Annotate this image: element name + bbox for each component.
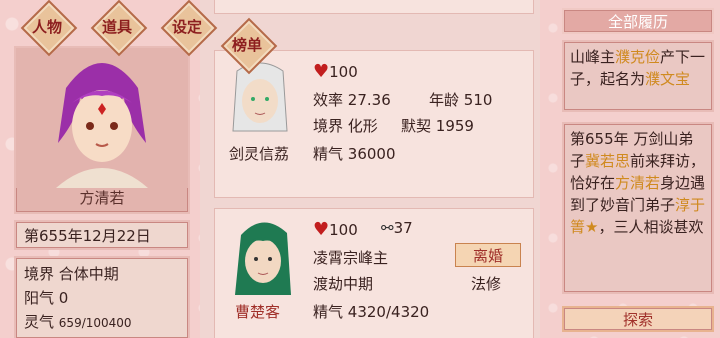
partner-2-name: 曹楚客 [235,303,281,321]
partner-card-partial [214,0,534,14]
partner-2-avatar [235,222,291,295]
player-avatar [16,48,188,188]
player-portrait[interactable]: 方清若 [14,46,190,214]
partner-1-efficiency-label: 效率 [313,91,344,109]
partner-2-bond-value: 37 [393,219,413,237]
partner-1-essence: 精气 36000 [313,143,396,164]
partner-2-path: 法修 [471,275,502,293]
partner-1-name: 剑灵信荔 [229,145,290,163]
player-spirit-value: 659/100400 [58,316,132,330]
history-entry-2-name-2[interactable]: 方清若 [615,174,660,192]
history-entry-2: 第655年 万剑山弟子冀若思前来拜访，恰好在方清若身边遇到了妙音门弟子淳于箐★，… [562,122,714,294]
history-entry-2-text-4: ，三人相谈甚欢 [598,218,704,236]
partner-1-age: 年龄 510 [429,89,492,110]
nav-characters-button[interactable]: 人物 [12,0,82,52]
partner-1-tacit: 默契 1959 [401,115,474,136]
nav-items-button[interactable]: 道具 [82,0,152,52]
player-yang-label: 阳气 [24,289,55,307]
partner-1-efficiency-value: 27.36 [347,91,391,109]
partner-1-age-label: 年龄 [429,91,460,109]
partner-1-affection: ♥100 [313,61,358,82]
history-entry-1: 山峰主濮克俭产下一子，起名为濮文宝 [562,40,714,112]
player-realm-value: 合体中期 [58,265,119,283]
player-realm-row: 境界 合体中期 [24,262,180,286]
player-spirit-row: 灵气 659/100400 [24,310,180,335]
partner-1-realm-value: 化形 [347,117,378,135]
player-realm-label: 境界 [24,265,55,283]
history-header[interactable]: 全部履历 [562,8,714,34]
game-date: 第655年12月22日 [14,220,190,250]
partner-1-tacit-value: 1959 [435,117,474,135]
handcuffs-icon: ⚯ [381,219,394,237]
player-yang-value: 0 [58,289,69,307]
partner-1-tacit-label: 默契 [401,117,432,135]
partner-2-essence-value: 4320/4320 [347,303,430,321]
explore-button[interactable]: 探索 [562,306,714,332]
partner-1-essence-value: 36000 [347,145,396,163]
player-stats: 境界 合体中期 阳气 0 灵气 659/100400 [14,256,190,338]
partner-1-realm: 境界 化形 [313,115,378,136]
heart-icon: ♥ [313,219,330,240]
partner-card-1[interactable]: 剑灵信荔 ♥100 效率 27.36 年龄 510 境界 化形 默契 1959 … [214,50,534,198]
heart-icon: ♥ [313,61,330,82]
nav-characters-label: 人物 [31,17,62,36]
partner-2-affection-value: 100 [329,221,358,239]
partner-2-affection: ♥100 [313,219,358,240]
partner-2-title: 凌霄宗峰主 [313,249,389,267]
history-entry-1-text-1: 山峰主 [570,48,616,66]
partner-1-essence-label: 精气 [313,145,344,163]
partner-1-realm-label: 境界 [313,117,344,135]
partner-1-efficiency: 效率 27.36 [313,89,391,110]
partner-1-avatar [232,62,288,132]
nav-settings-label: 设定 [171,17,202,36]
partner-1-affection-value: 100 [329,63,358,81]
partner-1-age-value: 510 [463,91,493,109]
nav-rankings-button[interactable]: 榜单 [212,18,282,70]
nav-items-label: 道具 [101,17,132,36]
player-yang-row: 阳气 0 [24,286,180,310]
history-entry-1-name-1[interactable]: 濮克俭 [615,48,660,66]
partner-2-essence-label: 精气 [313,303,344,321]
player-name: 方清若 [79,189,125,207]
divorce-button[interactable]: 离婚 [455,243,521,267]
nav-rankings-label: 榜单 [231,35,262,54]
partner-2-essence: 精气 4320/4320 [313,301,429,322]
history-entry-1-name-2[interactable]: 濮文宝 [645,70,690,88]
player-spirit-label: 灵气 [24,313,55,331]
history-entry-2-name-1[interactable]: 冀若思 [585,152,630,170]
partner-card-2[interactable]: 曹楚客 ♥100 ⚯37 凌霄宗峰主 离婚 渡劫中期 法修 精气 4320/43… [214,208,534,338]
top-nav: 人物 道具 设定 榜单 [12,0,262,54]
partner-2-bond: ⚯37 [381,219,413,237]
partner-2-realm: 渡劫中期 [313,275,374,293]
